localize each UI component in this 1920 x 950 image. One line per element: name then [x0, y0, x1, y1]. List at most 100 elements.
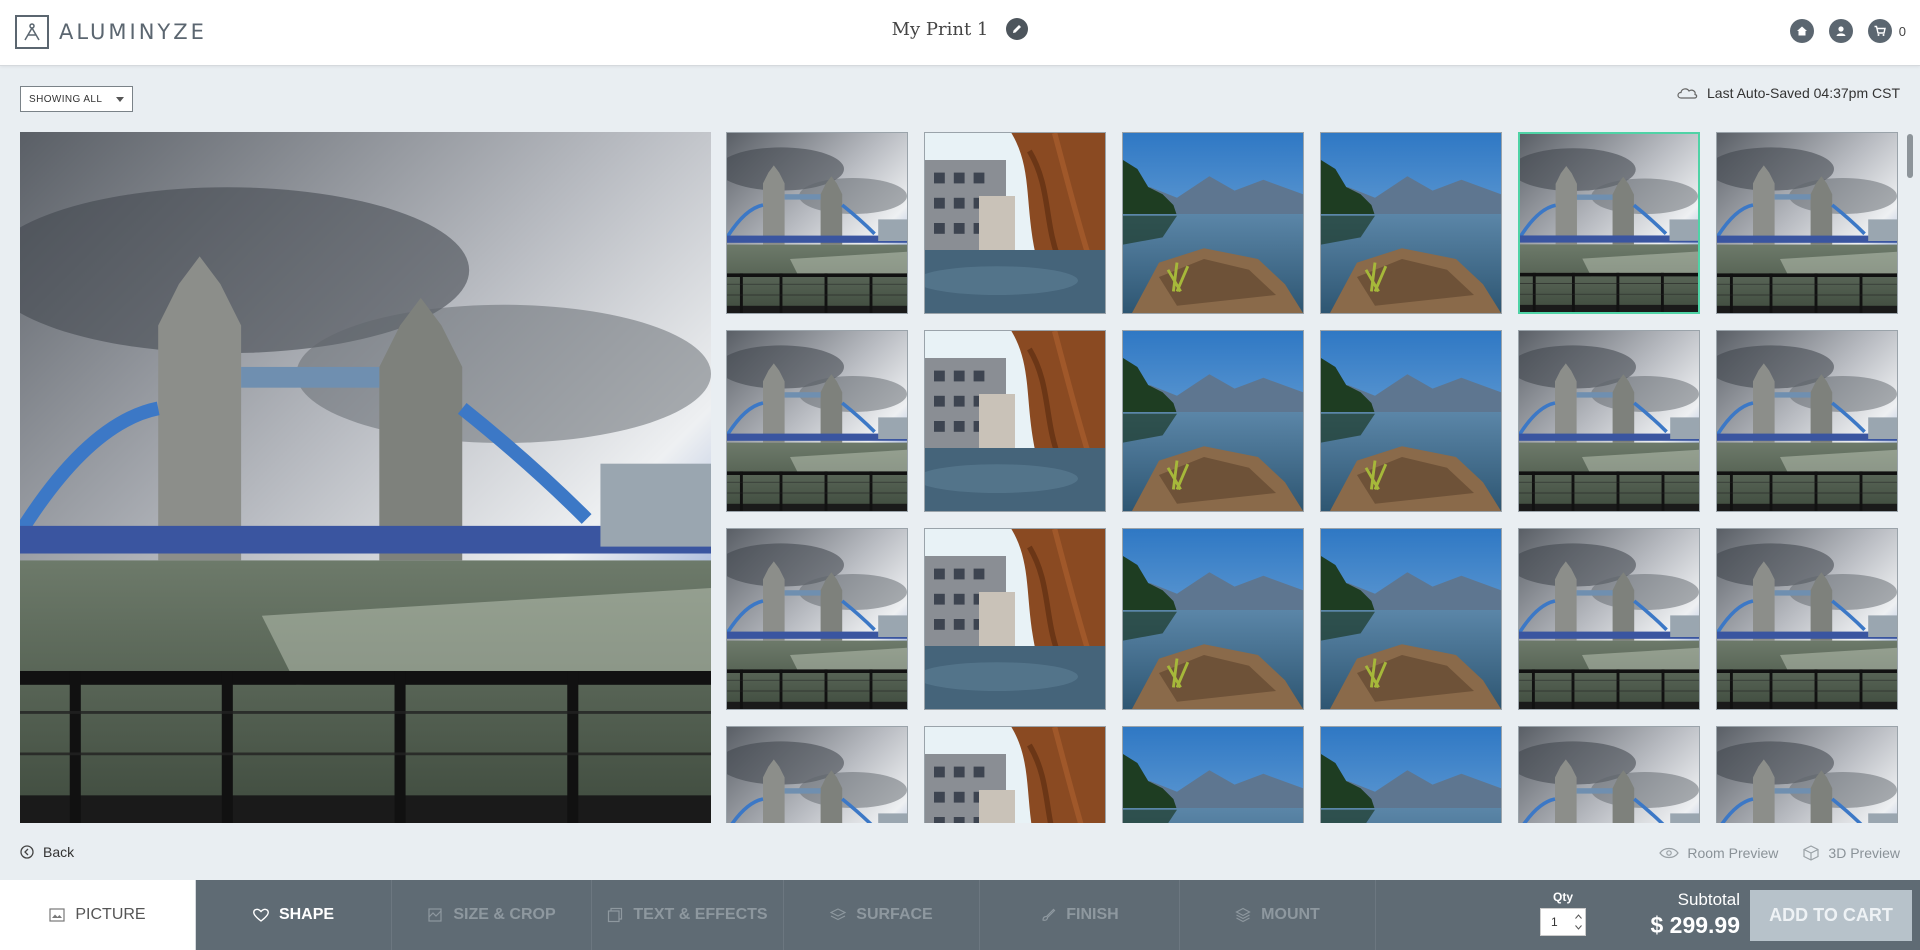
- qty-decrement-button[interactable]: [1573, 922, 1583, 933]
- photo-thumbnail[interactable]: [1518, 330, 1700, 512]
- mountain-lake-photo: [1123, 331, 1303, 511]
- photo-thumbnail[interactable]: [726, 528, 908, 710]
- mountain-lake-photo: [1321, 727, 1501, 823]
- mountain-lake-photo: [1321, 133, 1501, 313]
- photo-thumbnail[interactable]: [1320, 330, 1502, 512]
- tower-bridge-photo: [20, 132, 711, 823]
- preview-options: Room Preview 3D Preview: [1659, 844, 1900, 862]
- qty-stepper-controls: [1573, 911, 1583, 933]
- photo-thumbnail[interactable]: [1122, 528, 1304, 710]
- photo-thumbnail[interactable]: [1518, 726, 1700, 823]
- eye-icon: [1659, 847, 1680, 859]
- account-button[interactable]: [1828, 19, 1853, 43]
- photo-thumbnail[interactable]: [924, 528, 1106, 710]
- canal-willow-photo: [925, 331, 1105, 511]
- mountain-lake-photo: [1123, 529, 1303, 709]
- photo-thumbnail[interactable]: [1122, 132, 1304, 314]
- photo-thumbnail[interactable]: [924, 132, 1106, 314]
- tab-size-crop[interactable]: SIZE & CROP: [392, 880, 592, 950]
- 3d-preview-button[interactable]: 3D Preview: [1802, 844, 1900, 862]
- print-title[interactable]: My Print 1: [892, 19, 989, 40]
- autosave-status: Last Auto-Saved 04:37pm CST: [1676, 85, 1900, 101]
- photo-thumbnail[interactable]: [1716, 330, 1898, 512]
- cloud-icon: [1677, 88, 1698, 99]
- photo-thumbnail[interactable]: [1518, 528, 1700, 710]
- tab-shape-label: SHAPE: [278, 906, 335, 923]
- tower-bridge-photo: [1717, 133, 1897, 313]
- subtotal-value: $ 299.99: [1650, 912, 1740, 938]
- quantity-stepper[interactable]: 1: [1540, 908, 1586, 936]
- tab-mount[interactable]: MOUNT: [1180, 880, 1376, 950]
- autosave-text: Last Auto-Saved 04:37pm CST: [1707, 85, 1900, 101]
- photo-thumbnail[interactable]: [726, 330, 908, 512]
- qty-value[interactable]: 1: [1551, 915, 1558, 929]
- photo-gallery-grid: [726, 132, 1900, 823]
- tower-bridge-photo: [727, 529, 907, 709]
- room-preview-button[interactable]: Room Preview: [1659, 844, 1778, 862]
- chevron-down-icon: [116, 97, 124, 102]
- photo-thumbnail[interactable]: [1716, 726, 1898, 823]
- qty-label: Qty: [1552, 890, 1573, 904]
- quantity-group: Qty 1: [1540, 890, 1586, 936]
- gallery-scrollbar[interactable]: [1906, 132, 1914, 823]
- photo-thumbnail[interactable]: [1716, 132, 1898, 314]
- photo-thumbnail[interactable]: [1518, 132, 1700, 314]
- photo-thumbnail[interactable]: [1320, 528, 1502, 710]
- scrollbar-thumb[interactable]: [1907, 134, 1913, 178]
- chevron-down-icon: [1574, 925, 1582, 930]
- brush-icon: [1042, 908, 1056, 921]
- tower-bridge-photo: [727, 331, 907, 511]
- user-icon: [1836, 26, 1846, 36]
- cart-button[interactable]: [1867, 19, 1892, 43]
- edit-title-button[interactable]: [1006, 18, 1029, 40]
- photo-thumbnail[interactable]: [726, 726, 908, 823]
- qty-increment-button[interactable]: [1573, 911, 1583, 922]
- tab-surface-label: SURFACE: [856, 906, 933, 923]
- add-to-cart-button[interactable]: ADD TO CART: [1750, 890, 1912, 941]
- back-label: Back: [43, 844, 75, 860]
- subtotal-label: Subtotal: [1677, 890, 1740, 909]
- photo-thumbnail[interactable]: [1122, 330, 1304, 512]
- chevron-up-icon: [1574, 914, 1582, 919]
- tower-bridge-photo: [1519, 529, 1699, 709]
- tab-surface[interactable]: SURFACE: [784, 880, 980, 950]
- subtotal-group: Subtotal $ 299.99: [1640, 890, 1740, 939]
- canal-willow-photo: [925, 727, 1105, 823]
- room-preview-label: Room Preview: [1687, 845, 1779, 861]
- cart-icon: [1874, 25, 1886, 36]
- tower-bridge-photo: [1717, 727, 1897, 823]
- mountain-lake-photo: [1321, 529, 1501, 709]
- filter-dropdown[interactable]: SHOWING ALL: [20, 86, 133, 112]
- photo-thumbnail[interactable]: [1320, 132, 1502, 314]
- pencil-icon: [1013, 25, 1022, 33]
- mountain-lake-photo: [1123, 727, 1303, 823]
- tower-bridge-photo: [727, 133, 907, 313]
- back-button[interactable]: Back: [20, 844, 74, 860]
- photo-thumbnail[interactable]: [1716, 528, 1898, 710]
- stack-icon: [1235, 907, 1251, 923]
- layers-image-icon: [608, 907, 623, 923]
- tab-picture[interactable]: PICTURE: [0, 880, 196, 950]
- photo-thumbnail[interactable]: [1122, 726, 1304, 823]
- cube-icon: [1803, 845, 1820, 861]
- tab-shape[interactable]: SHAPE: [196, 880, 392, 950]
- tab-finish[interactable]: FINISH: [980, 880, 1180, 950]
- photo-thumbnail[interactable]: [924, 726, 1106, 823]
- home-button[interactable]: [1789, 19, 1814, 43]
- photo-thumbnail[interactable]: [726, 132, 908, 314]
- mountain-lake-photo: [1123, 133, 1303, 313]
- main-preview-image: [20, 132, 711, 823]
- tab-picture-label: PICTURE: [75, 906, 146, 923]
- photo-thumbnail[interactable]: [924, 330, 1106, 512]
- tower-bridge-photo: [1717, 331, 1897, 511]
- photo-thumbnail[interactable]: [1320, 726, 1502, 823]
- tab-size-crop-label: SIZE & CROP: [453, 906, 556, 923]
- tab-mount-label: MOUNT: [1261, 906, 1320, 923]
- canal-willow-photo: [925, 133, 1105, 313]
- cart-count: 0: [1898, 23, 1906, 39]
- picture-icon: [49, 908, 65, 922]
- tab-finish-label: FINISH: [1066, 906, 1119, 923]
- tab-text-effects[interactable]: TEXT & EFFECTS: [592, 880, 784, 950]
- tab-text-effects-label: TEXT & EFFECTS: [633, 906, 768, 923]
- surface-icon: [830, 908, 847, 921]
